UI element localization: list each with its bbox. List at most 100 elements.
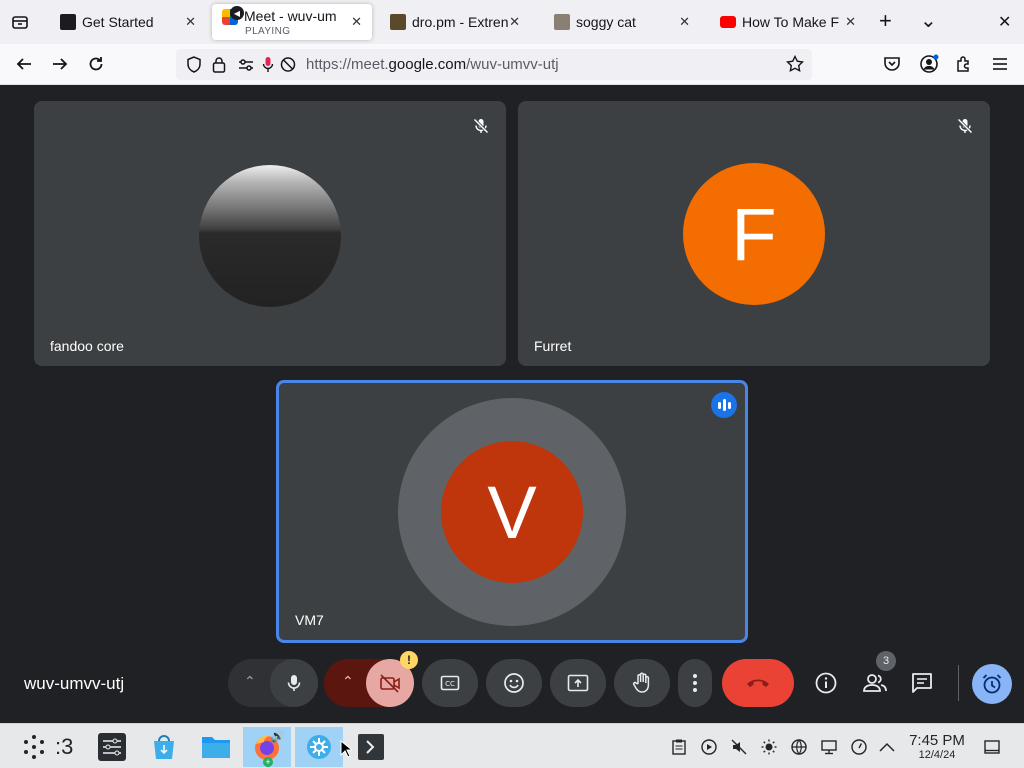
people-button[interactable] bbox=[862, 671, 890, 697]
tab-title: Get Started bbox=[82, 14, 154, 30]
present-screen-button[interactable] bbox=[550, 659, 606, 707]
taskbar-file-manager[interactable] bbox=[192, 727, 240, 767]
participant-avatar-photo bbox=[199, 165, 341, 307]
more-options-button[interactable] bbox=[678, 659, 712, 707]
microphone-in-use-icon[interactable] bbox=[262, 56, 274, 73]
menu-button[interactable] bbox=[988, 52, 1012, 76]
participant-tile-fandoo-core[interactable]: fandoo core bbox=[34, 101, 506, 366]
tab-title: soggy cat bbox=[576, 14, 636, 30]
leave-call-button[interactable] bbox=[722, 659, 794, 707]
get-started-favicon bbox=[60, 14, 76, 30]
new-tab-button[interactable]: + bbox=[879, 10, 892, 32]
audio-playing-icon: 🔊 bbox=[270, 729, 285, 743]
camera-off-icon bbox=[380, 674, 400, 693]
audio-options-chevron-icon[interactable]: ⌃ bbox=[244, 673, 256, 690]
forward-button[interactable] bbox=[48, 52, 72, 76]
brightness-tray-icon[interactable] bbox=[760, 738, 778, 756]
play-circle-icon bbox=[701, 739, 717, 755]
clock-date: 12/4/24 bbox=[918, 749, 956, 761]
present-screen-icon bbox=[567, 674, 589, 692]
more-vert-icon bbox=[693, 674, 697, 692]
permissions-icon[interactable] bbox=[238, 58, 254, 72]
tab-youtube[interactable]: How To Make F ✕ bbox=[710, 4, 866, 40]
reload-button[interactable] bbox=[84, 52, 108, 76]
meeting-code: wuv-umvv-utj bbox=[24, 674, 125, 693]
tab-meet[interactable]: ◀ Meet - wuv-um PLAYING ✕ bbox=[212, 4, 372, 40]
microphone-muted-icon bbox=[957, 118, 973, 134]
terminal-icon bbox=[358, 734, 384, 760]
url-text[interactable]: https://meet.google.com/wuv-umvv-utj bbox=[306, 56, 559, 73]
firefox-view-button[interactable] bbox=[0, 0, 40, 44]
discover-store-icon bbox=[154, 735, 174, 759]
clipboard-tray-icon[interactable] bbox=[670, 738, 688, 756]
account-button[interactable] bbox=[917, 52, 941, 76]
microphone-muted-icon bbox=[473, 118, 489, 134]
tab-soggy-cat[interactable]: soggy cat ✕ bbox=[544, 4, 700, 40]
close-tab-icon[interactable]: ✕ bbox=[351, 14, 362, 30]
forward-arrow-icon bbox=[53, 58, 68, 70]
system-settings-icon bbox=[98, 733, 126, 761]
chat-button[interactable] bbox=[910, 671, 936, 697]
raise-hand-icon bbox=[632, 672, 650, 693]
participant-name: Furret bbox=[534, 338, 572, 354]
power-profile-tray-icon[interactable] bbox=[850, 738, 868, 756]
brightness-icon bbox=[761, 739, 777, 755]
youtube-favicon bbox=[720, 16, 736, 28]
display-tray-icon[interactable] bbox=[820, 738, 838, 756]
smiley-emoji-icon bbox=[504, 673, 524, 693]
autoplay-blocked-icon[interactable] bbox=[280, 56, 296, 73]
folder-icon bbox=[202, 737, 230, 758]
pocket-button[interactable] bbox=[880, 52, 904, 76]
microphone-button[interactable] bbox=[270, 659, 318, 707]
speaking-indicator-icon bbox=[711, 392, 737, 418]
clock[interactable]: 7:45 PM 12/4/24 bbox=[904, 732, 970, 762]
pocket-icon bbox=[884, 57, 900, 71]
app-launcher-button[interactable] bbox=[10, 727, 58, 767]
taskbar-kde-app[interactable] bbox=[295, 727, 343, 767]
meeting-details-button[interactable] bbox=[814, 671, 840, 697]
people-icon bbox=[863, 674, 887, 692]
close-tab-icon[interactable]: ✕ bbox=[679, 14, 690, 30]
back-button[interactable] bbox=[12, 52, 36, 76]
show-hidden-icons-button[interactable] bbox=[878, 738, 896, 756]
participant-tile-vm7[interactable]: V VM7 bbox=[276, 380, 748, 643]
taskbar-system-settings[interactable] bbox=[88, 727, 136, 767]
back-arrow-icon bbox=[16, 58, 31, 70]
close-tab-icon[interactable]: ✕ bbox=[845, 14, 856, 30]
list-all-tabs-button[interactable]: ⌄ bbox=[920, 8, 937, 33]
tab-get-started[interactable]: Get Started ✕ bbox=[50, 4, 206, 40]
network-globe-icon bbox=[791, 739, 807, 755]
chat-icon bbox=[912, 673, 932, 693]
activities-button[interactable] bbox=[972, 664, 1012, 704]
close-tab-icon[interactable]: ✕ bbox=[185, 14, 196, 30]
tracking-protection-icon[interactable] bbox=[186, 56, 202, 73]
raise-hand-button[interactable] bbox=[614, 659, 670, 707]
media-player-tray-icon[interactable] bbox=[700, 738, 718, 756]
taskbar-discover[interactable] bbox=[140, 727, 188, 767]
navigation-bar: https://meet.google.com/wuv-umvv-utj bbox=[0, 44, 1024, 85]
tab-dro-pm[interactable]: dro.pm - Extren ✕ bbox=[380, 4, 530, 40]
close-tab-icon[interactable]: ✕ bbox=[509, 14, 520, 30]
chevron-up-icon bbox=[879, 742, 895, 752]
url-bar[interactable]: https://meet.google.com/wuv-umvv-utj bbox=[176, 49, 812, 80]
participant-name: fandoo core bbox=[50, 338, 124, 354]
closed-captions-icon: CC bbox=[440, 675, 460, 691]
tab-title: dro.pm - Extren bbox=[412, 14, 509, 30]
lock-icon[interactable] bbox=[212, 56, 226, 73]
info-icon bbox=[815, 672, 837, 694]
extensions-button[interactable] bbox=[952, 52, 976, 76]
close-window-button[interactable]: ✕ bbox=[998, 12, 1011, 32]
audio-playing-icon[interactable]: ◀ bbox=[230, 6, 244, 20]
captions-button[interactable]: CC bbox=[422, 659, 478, 707]
video-options-chevron-icon[interactable]: ⌃ bbox=[342, 673, 354, 690]
taskbar-firefox[interactable]: 🔊 + bbox=[243, 727, 291, 767]
participant-tile-furret[interactable]: F Furret bbox=[518, 101, 990, 366]
show-desktop-icon bbox=[984, 740, 1000, 754]
bookmark-star-icon[interactable] bbox=[786, 55, 804, 73]
volume-tray-icon[interactable] bbox=[730, 738, 748, 756]
network-tray-icon[interactable] bbox=[790, 738, 808, 756]
participant-avatar-initial: F bbox=[683, 163, 825, 305]
taskbar-terminal[interactable] bbox=[347, 727, 395, 767]
show-desktop-button[interactable] bbox=[983, 738, 1001, 756]
emoji-reaction-button[interactable] bbox=[486, 659, 542, 707]
